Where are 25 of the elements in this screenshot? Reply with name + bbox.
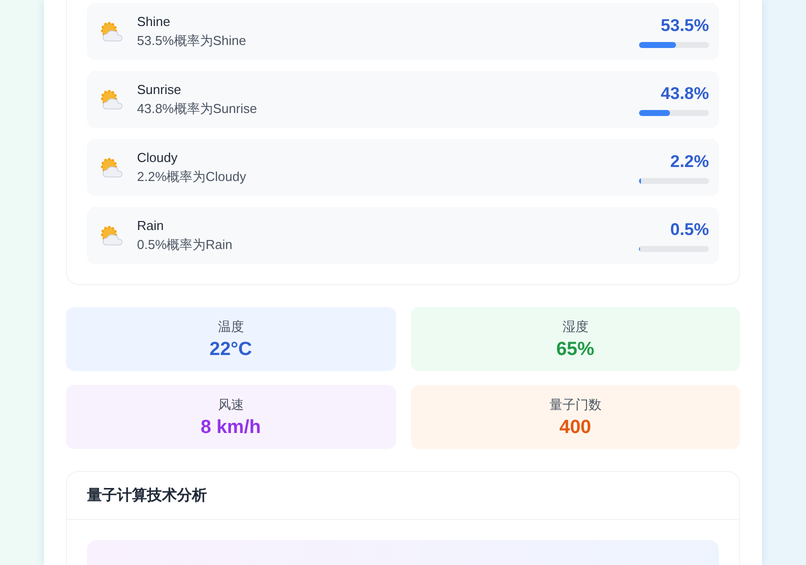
sun-cloud-icon <box>99 20 125 42</box>
sun-cloud-icon <box>99 88 125 110</box>
prediction-percent: 43.8% <box>660 84 709 104</box>
prediction-label: Sunrise <box>137 82 182 96</box>
prediction-description: 53.5%概率为Shine <box>137 32 248 50</box>
prediction-label: Cloudy <box>137 150 178 164</box>
prediction-percent: 53.5% <box>660 16 709 36</box>
stat-value: 400 <box>559 416 592 438</box>
prediction-percent: 0.5% <box>670 220 709 240</box>
sun-cloud-icon <box>99 156 125 178</box>
stat-label: 量子门数 <box>549 396 602 414</box>
stat-label: 温度 <box>218 318 244 336</box>
prediction-label: Rain <box>137 218 165 232</box>
stat-label: 风速 <box>218 396 244 414</box>
prediction-percent: 2.2% <box>670 152 709 172</box>
prediction-description: 0.5%概率为Rain <box>137 236 234 254</box>
prediction-description: 2.2%概率为Cloudy <box>137 168 248 186</box>
prediction-description: 43.8%概率为Sunrise <box>137 100 258 118</box>
stat-value: 22°C <box>210 338 252 360</box>
stat-value: 8 km/h <box>200 416 261 438</box>
prediction-label: Shine <box>137 14 172 28</box>
stat-label: 湿度 <box>562 318 588 336</box>
analysis-title: 量子计算技术分析 <box>87 486 207 505</box>
sun-cloud-icon <box>99 224 125 246</box>
stat-value: 65% <box>556 338 594 360</box>
